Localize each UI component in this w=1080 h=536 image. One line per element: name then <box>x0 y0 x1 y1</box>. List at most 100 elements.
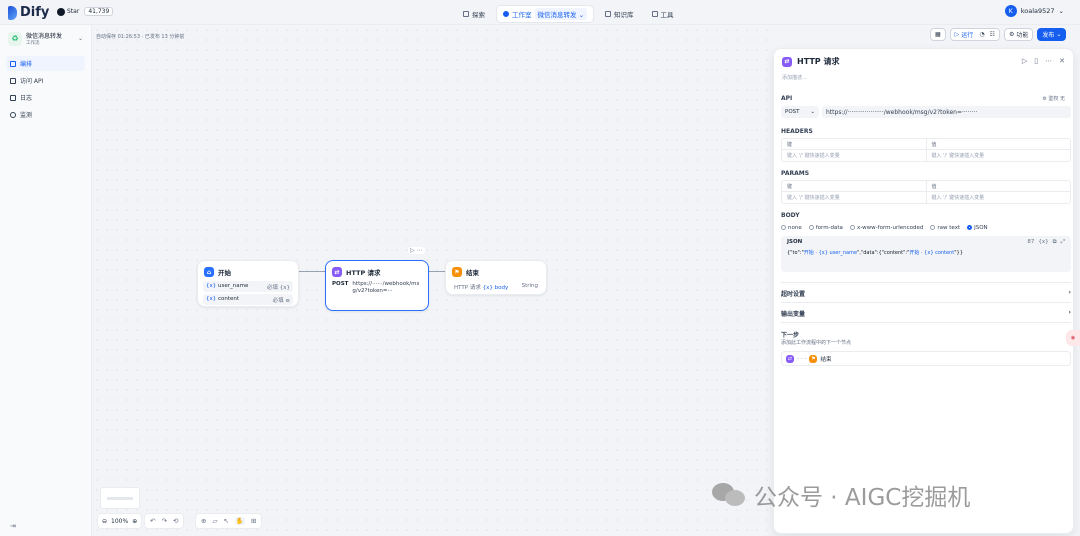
panel-description[interactable]: 添加描述... <box>782 74 807 81</box>
edge-http-end[interactable] <box>428 271 445 272</box>
json-body-editor[interactable]: JSON 87 {x} ⧉ ⤢ {"to":"开始 · {x} user_nam… <box>781 236 1071 272</box>
node-title: 开始 <box>218 269 231 277</box>
header-key-input[interactable]: 键入 '/' 键快速插入变量 <box>782 150 926 161</box>
radio-icon <box>808 225 814 230</box>
expand-icon[interactable]: ⤢ <box>1061 239 1065 246</box>
panel-title[interactable]: HTTP 请求 <box>797 56 839 67</box>
zoom-in-icon[interactable]: ⊕ <box>132 518 137 525</box>
hand-icon[interactable]: ✋ <box>234 517 245 525</box>
api-icon: ⇄ <box>786 354 794 363</box>
chevron-down-icon: ⌄ <box>1056 31 1062 38</box>
user-name: koala9527 <box>1020 7 1055 15</box>
method-select[interactable]: POST ⌄ <box>781 106 819 118</box>
layout-icon[interactable]: ⊞ <box>251 517 256 525</box>
var-type: ≡ <box>285 297 290 304</box>
param-value-input[interactable]: 键入 '/' 键快速插入变量 <box>925 192 1071 203</box>
api-section-label: API <box>781 95 793 102</box>
add-node-icon[interactable]: ⊕ <box>201 517 206 525</box>
note-icon[interactable]: ▱ <box>212 517 217 525</box>
chevron-down-icon: ⌄ <box>77 35 83 42</box>
sidebar-item-logs[interactable]: 日志 <box>6 90 85 105</box>
collapse-sidebar-icon[interactable]: ⇥ <box>10 522 16 530</box>
radio-icon <box>930 225 936 230</box>
env-button[interactable]: ▦ <box>930 28 946 41</box>
nav-label: 工作室 <box>512 11 532 19</box>
watermark-text: 公众号 · AIGC挖掘机 <box>754 485 971 511</box>
chevron-down-icon: ⌄ <box>810 109 815 115</box>
next-node-name: 结束 <box>820 356 832 363</box>
redo-icon[interactable]: ↷ <box>161 517 166 525</box>
current-app-pill[interactable]: 微信消息转发 ⌄ <box>534 8 588 20</box>
sidebar-item-label: 编排 <box>20 61 33 68</box>
node-start[interactable]: ⌂ 开始 {x} user_name 必填 {x} {x} content 必填… <box>197 260 299 307</box>
output-vars[interactable]: 输出变量 › <box>781 309 1071 318</box>
sidebar-item-label: 监测 <box>20 112 33 119</box>
user-menu[interactable]: K koala9527 ⌄ <box>1004 5 1064 17</box>
help-book-icon[interactable]: ▯ <box>1034 57 1038 65</box>
header-value-input[interactable]: 键入 '/' 键快速插入变量 <box>925 150 1071 161</box>
minimap[interactable] <box>100 487 140 509</box>
panel-actions: ▷ ▯ ⋯ ✕ <box>1022 57 1065 65</box>
nav-knowledge[interactable]: 知识库 <box>599 7 640 21</box>
node-run-controls[interactable]: ▷ ⋯ <box>408 247 425 254</box>
node-end[interactable]: ⚑ 结束 HTTP 请求 {x} body String <box>445 260 547 295</box>
undo-icon[interactable]: ↶ <box>150 517 155 525</box>
value-header: 值 <box>925 139 1071 149</box>
zoom-level[interactable]: 100% <box>111 518 128 525</box>
github-star-button[interactable]: Star 41,739 <box>57 7 114 16</box>
side-float-icon[interactable]: ◉ <box>1066 330 1080 346</box>
sidebar-item-monitor[interactable]: 监测 <box>6 107 85 122</box>
body-option-form-data[interactable]: form-data <box>808 225 843 231</box>
copy-icon[interactable]: ⧉ <box>1053 239 1057 246</box>
insert-variable-icon[interactable]: {x} <box>1038 239 1048 246</box>
json-text: {"to":" <box>787 250 804 256</box>
auth-button[interactable]: ⚙ 鉴权 无 <box>1042 95 1065 102</box>
pointer-icon[interactable]: ↖ <box>223 517 228 525</box>
dify-logo[interactable]: Dify <box>8 5 49 20</box>
variable-tag: 开始 · {x} user_name <box>803 250 858 256</box>
var-type: {x} <box>279 284 290 291</box>
http-method: POST <box>332 281 349 287</box>
grid-icon: ▦ <box>935 31 941 38</box>
http-url: https://······/webhook/msg/v2?token=··· <box>352 281 420 294</box>
history-controls: ↶ ↷ ⟲ <box>144 513 185 529</box>
body-option-urlencoded[interactable]: x-www-form-urlencoded <box>849 225 923 231</box>
nav-studio[interactable]: 工作室 微信消息转发 ⌄ <box>497 6 594 22</box>
nav-label: 知识库 <box>614 11 634 19</box>
body-option-json[interactable]: JSON <box>967 225 988 231</box>
json-text: "}} <box>954 250 963 256</box>
chevron-down-icon: ⌄ <box>1058 7 1064 15</box>
github-icon <box>57 7 65 16</box>
body-option-raw-text[interactable]: raw text <box>930 225 960 231</box>
nav-tools[interactable]: 工具 <box>646 7 680 21</box>
option-label: none <box>788 225 802 231</box>
zoom-out-icon[interactable]: ⊖ <box>102 518 107 525</box>
nav-explore[interactable]: 探索 <box>457 7 491 21</box>
github-star-label: Star <box>67 8 80 15</box>
run-button[interactable]: ▷ 运行 ◔ ☷ <box>949 28 1000 41</box>
node-http-request[interactable]: ⇄ HTTP 请求 POST https://······/webhook/ms… <box>325 260 429 311</box>
value-header: 值 <box>925 181 1071 191</box>
more-icon[interactable]: ⋯ <box>1045 57 1052 65</box>
body-option-none[interactable]: none <box>781 225 802 231</box>
url-input[interactable]: https://···················/webhook/msg/… <box>822 106 1071 118</box>
close-icon[interactable]: ✕ <box>1059 57 1065 65</box>
param-key-input[interactable]: 键入 '/' 键快速插入变量 <box>782 192 926 203</box>
next-step-row[interactable]: ⇄ - - - ⚑ 结束 <box>781 351 1071 366</box>
variable-tag: 开始 · {x} content <box>909 250 955 256</box>
run-node-icon[interactable]: ▷ <box>1022 57 1027 65</box>
timeout-settings[interactable]: 超时设置 › <box>781 289 1071 298</box>
sidebar-item-label: 日志 <box>20 95 33 102</box>
sidebar-item-orchestrate[interactable]: 编排 <box>6 56 85 71</box>
nav-label: 探索 <box>472 11 485 19</box>
app-info[interactable]: ♻ 微信消息转发 工作流 ⌄ <box>0 25 91 52</box>
edge-start-http[interactable] <box>298 271 325 272</box>
workflow-canvas[interactable]: 自动保存 01:26:53 · 已发布 13 分钟前 ⌂ 开始 {x} user… <box>92 25 773 536</box>
history-icon[interactable]: ⟲ <box>173 517 178 525</box>
sidebar-item-label: 访问 API <box>20 78 44 85</box>
publish-button[interactable]: 发布 ⌄ <box>1037 28 1067 41</box>
play-icon: ▷ <box>954 31 960 38</box>
sidebar-item-api[interactable]: 访问 API <box>6 73 85 88</box>
run-label: 运行 <box>961 32 974 39</box>
features-button[interactable]: ⚙ 功能 <box>1003 28 1034 41</box>
